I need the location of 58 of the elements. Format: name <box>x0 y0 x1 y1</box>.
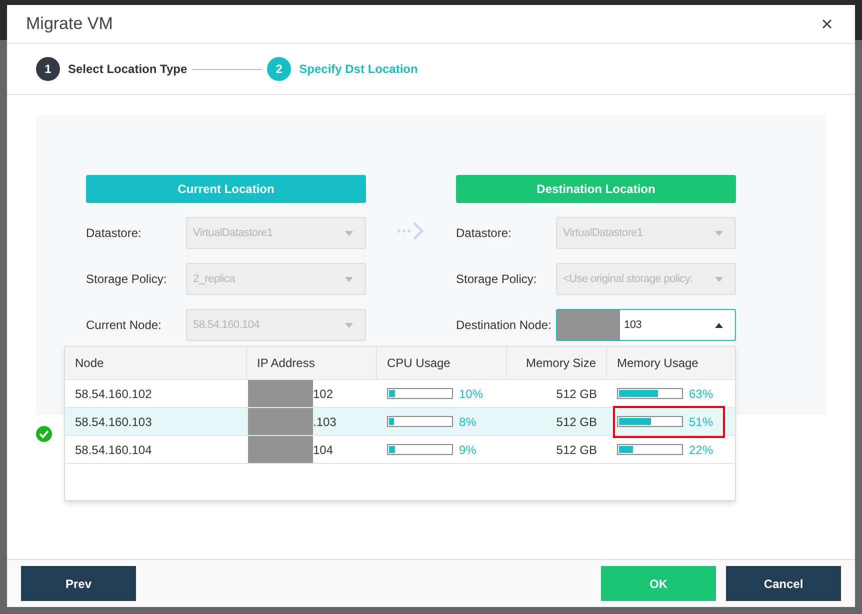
caret-icon <box>345 230 353 236</box>
step-label: Specify Dst Location <box>299 61 418 78</box>
dialog-title: Migrate VM <box>26 13 113 36</box>
usage-bar <box>387 388 453 399</box>
usage-percent: 10% <box>459 386 484 402</box>
select-field[interactable]: 103 <box>556 309 736 341</box>
prev-button[interactable]: Prev <box>21 566 136 601</box>
usage-bar <box>617 444 683 455</box>
caret-icon <box>715 322 723 328</box>
usage-bar <box>387 416 453 427</box>
caret-icon <box>715 230 723 236</box>
caret-icon <box>715 276 723 282</box>
usage-bar <box>617 416 683 427</box>
table-cell-text: 58.54.160.102 <box>74 386 153 402</box>
table-cell-text: 58.54.160.104 <box>74 442 153 458</box>
node-row[interactable]: 58.54.160.102 102 10% 512 GB 63% <box>65 380 735 408</box>
redaction-block <box>248 408 313 435</box>
section-header: Destination Location <box>456 175 736 203</box>
node-row[interactable]: 58.54.160.104 104 9% 512 GB 22% <box>65 436 735 464</box>
caret-icon <box>345 276 353 282</box>
redaction-block <box>248 436 313 463</box>
redaction-block <box>248 380 313 407</box>
table-cell-text: 102 <box>313 386 334 402</box>
table-cell-text: 512 GB <box>555 386 598 402</box>
column-header: Node <box>65 347 247 379</box>
usage-percent: 22% <box>689 442 714 458</box>
field-label: Current Node: <box>86 317 162 334</box>
close-icon <box>822 19 832 29</box>
field-label: Storage Policy: <box>456 271 538 288</box>
step-number: 1 <box>36 57 60 81</box>
field-label: Storage Policy: <box>86 271 168 288</box>
cancel-button[interactable]: Cancel <box>726 566 841 601</box>
usage-percent: 51% <box>689 414 714 430</box>
field-label: Datastore: <box>86 225 142 242</box>
usage-bar <box>387 444 453 455</box>
arrow-icon <box>397 221 425 241</box>
table-cell-text: 512 GB <box>555 442 598 458</box>
table-cell-text: .103 <box>313 414 336 430</box>
section-header: Current Location <box>86 175 366 203</box>
usage-percent: 63% <box>689 386 714 402</box>
table-cell-text: 512 GB <box>555 414 598 430</box>
column-header: CPU Usage <box>377 347 507 379</box>
table-cell-text: 104 <box>313 442 334 458</box>
redaction-block <box>557 310 620 340</box>
table-cell-text: 58.54.160.103 <box>74 414 153 430</box>
column-header: Memory Size <box>507 347 607 379</box>
usage-percent: 8% <box>459 414 476 430</box>
step-label: Select Location Type <box>68 61 188 78</box>
field-label: Datastore: <box>456 225 512 242</box>
step-number: 2 <box>267 57 292 81</box>
check-icon <box>36 426 52 442</box>
column-header: IP Address <box>247 347 377 379</box>
column-header: Memory Usage <box>616 355 700 372</box>
usage-percent: 9% <box>459 442 476 458</box>
usage-bar <box>617 388 683 399</box>
caret-icon <box>345 322 353 328</box>
field-label: Destination Node: <box>456 317 552 334</box>
node-row[interactable]: 58.54.160.103 .103 8% 512 GB 51% <box>65 408 735 436</box>
